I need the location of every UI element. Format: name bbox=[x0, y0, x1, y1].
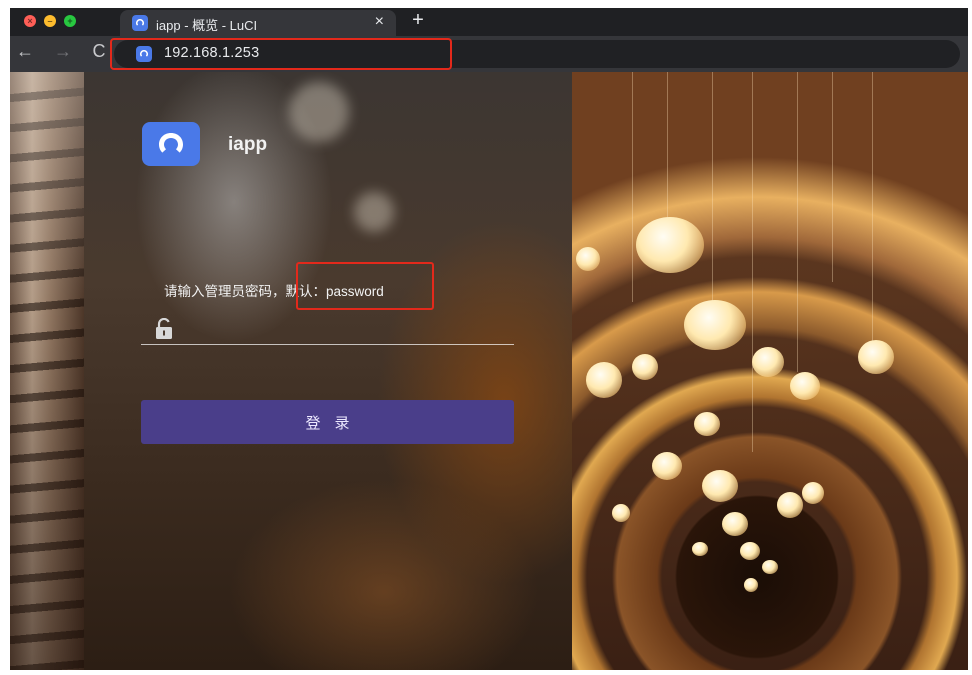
minimize-traffic-icon[interactable]: – bbox=[44, 15, 56, 27]
back-arrow-icon[interactable]: ← bbox=[14, 41, 36, 62]
tab-close-icon[interactable]: × bbox=[375, 13, 384, 31]
bokeh-light bbox=[289, 82, 349, 142]
new-tab-button[interactable]: + bbox=[406, 9, 430, 32]
reload-icon[interactable]: C bbox=[88, 41, 110, 62]
default-password-highlight-box bbox=[296, 262, 434, 310]
tab-title: iapp - 概览 - LuCI bbox=[156, 18, 258, 33]
password-underline bbox=[141, 344, 514, 345]
login-page: iapp 请输入管理员密码，默认：password 登录 bbox=[10, 72, 968, 670]
password-input[interactable] bbox=[182, 312, 516, 344]
browser-tab[interactable]: iapp - 概览 - LuCI × bbox=[120, 10, 396, 36]
brand-name: iapp bbox=[228, 134, 268, 155]
app-logo-icon bbox=[142, 122, 200, 166]
lock-icon bbox=[156, 318, 172, 339]
login-button[interactable]: 登录 bbox=[141, 400, 514, 444]
url-highlight-box bbox=[110, 38, 452, 70]
background-photo-spiral-staircase bbox=[572, 72, 968, 670]
forward-arrow-icon[interactable]: → bbox=[52, 41, 74, 62]
close-traffic-icon[interactable]: × bbox=[24, 15, 36, 27]
maximize-traffic-icon[interactable]: + bbox=[64, 15, 76, 27]
browser-tab-strip: × – + iapp - 概览 - LuCI × + bbox=[10, 8, 968, 36]
bokeh-light bbox=[354, 192, 394, 232]
background-photo-left bbox=[10, 72, 84, 670]
site-favicon bbox=[132, 15, 148, 31]
login-panel: iapp 请输入管理员密码，默认：password 登录 bbox=[84, 72, 572, 670]
